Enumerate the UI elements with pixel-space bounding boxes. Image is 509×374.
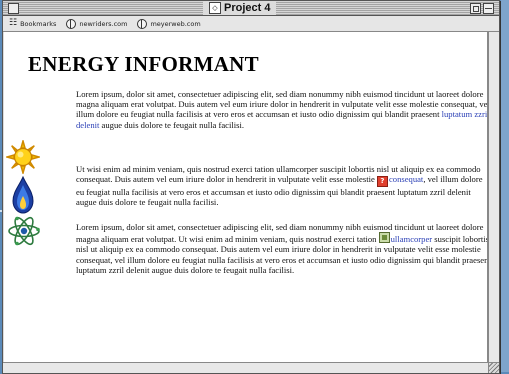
document-proxy-icon[interactable]: ◇ <box>209 2 221 14</box>
bookmarks-button[interactable]: ☷ Bookmarks <box>9 19 56 28</box>
zoom-box[interactable] <box>470 3 481 14</box>
page-title: ENERGY INFORMANT <box>28 52 259 76</box>
resize-grip-icon[interactable] <box>488 362 499 373</box>
horizontal-scrollbar[interactable] <box>3 362 488 373</box>
close-box[interactable] <box>8 3 19 14</box>
atom-icon <box>8 216 40 246</box>
paragraph-1: Lorem ipsum, dolor sit amet, consectetue… <box>76 89 488 130</box>
personal-toolbar: ☷ Bookmarks newriders.com meyerweb.com <box>3 16 499 32</box>
window-title: Project 4 <box>224 2 271 14</box>
paragraph-3: Lorem ipsum, dolor sit amet, consectetue… <box>76 222 487 275</box>
paragraph-1-text: Lorem ipsum, dolor sit amet, consectetue… <box>76 89 488 120</box>
paragraph-1-after: augue duis dolore te feugait nulla facil… <box>99 119 245 130</box>
bookmark-meyerweb[interactable]: meyerweb.com <box>137 18 201 29</box>
flame-icon <box>12 176 34 214</box>
vertical-scrollbar[interactable] <box>488 32 499 362</box>
globe-icon <box>66 18 77 29</box>
collapse-box[interactable] <box>483 3 494 14</box>
sun-icon <box>6 140 40 174</box>
page-content: ENERGY INFORMANT Lorem ipsum, dolor sit … <box>4 32 488 362</box>
bookmark-newriders[interactable]: newriders.com <box>66 18 128 29</box>
title-bar[interactable]: ◇ Project 4 <box>3 1 499 16</box>
bookmarks-icon: ☷ <box>9 18 18 28</box>
document-icon[interactable] <box>378 232 390 244</box>
link-ullamcorper[interactable]: ullamcorper <box>391 234 433 244</box>
help-icon[interactable]: ? <box>376 176 388 188</box>
globe-icon <box>137 18 148 29</box>
window-title-group: ◇ Project 4 <box>203 1 277 15</box>
browser-window: ◇ Project 4 ☷ Bookmarks newriders.com me… <box>2 0 500 374</box>
bookmarks-label: Bookmarks <box>20 19 57 28</box>
desktop-stripe <box>501 0 509 372</box>
link-consequat[interactable]: consequat <box>389 174 423 184</box>
bookmark-newriders-label: newriders.com <box>79 19 128 28</box>
paragraph-2: Ut wisi enim ad minim veniam, quis nostr… <box>76 164 487 208</box>
bookmark-meyerweb-label: meyerweb.com <box>150 19 201 28</box>
